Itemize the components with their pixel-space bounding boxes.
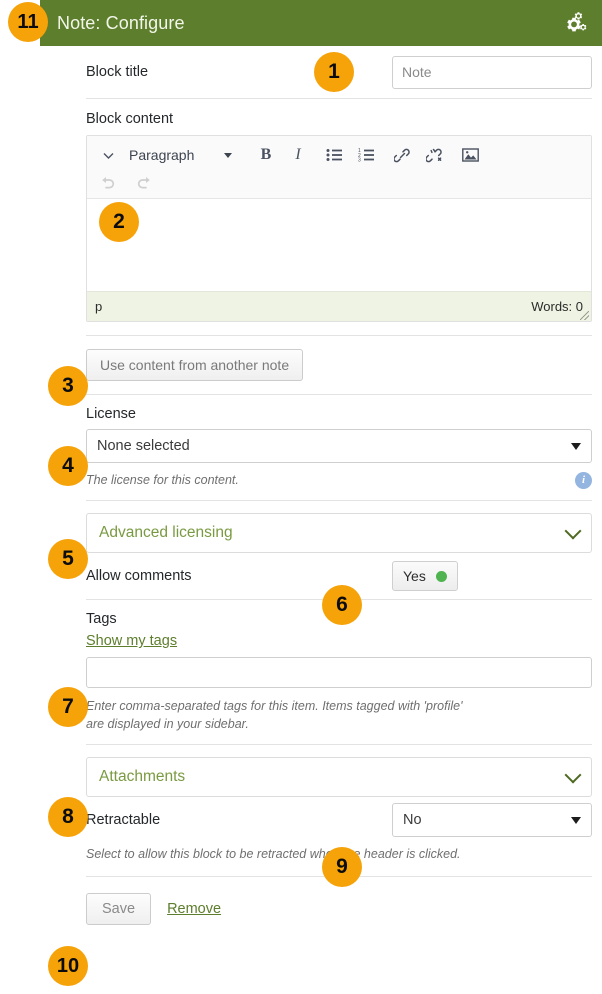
retractable-help-row: Select to allow this block to be retract… [0,843,602,863]
show-my-tags-link[interactable]: Show my tags [86,633,177,649]
license-help-row: The license for this content. i [86,471,592,489]
retractable-row: Retractable No [0,797,602,843]
chevron-down-icon [571,816,581,824]
advanced-licensing-row: Advanced licensing [0,501,602,554]
chevron-down-icon [571,442,581,450]
form-actions: Save Remove [0,877,602,925]
license-label: License [86,406,136,422]
editor-content-area[interactable] [87,199,591,291]
attachments-row: Attachments [0,745,602,798]
advanced-licensing-label: Advanced licensing [99,524,233,542]
remove-link[interactable]: Remove [167,901,221,917]
license-row: License None selected The license for th… [0,395,602,489]
dialog-header: × Note: Configure [0,0,602,46]
allow-comments-value: Yes [403,568,426,585]
tags-help-line-2: are displayed in your sidebar. [86,717,249,732]
allow-comments-label: Allow comments [86,568,192,585]
italic-icon[interactable]: I [285,142,311,168]
format-select[interactable]: Paragraph [127,142,213,168]
advanced-licensing-toggle[interactable]: Advanced licensing [86,513,592,554]
use-content-from-another-note-button[interactable]: Use content from another note [86,349,304,381]
tags-input[interactable] [86,657,592,689]
editor-toolbar: Paragraph B I 1 2 3 [87,136,591,199]
configure-form: Block title Block content Paragraph B I [0,46,602,925]
callout-badge-1: 1 [314,52,354,92]
editor-resize-handle[interactable] [580,311,589,320]
unordered-list-icon[interactable] [321,142,347,168]
undo-icon[interactable] [95,170,121,196]
allow-comments-toggle[interactable]: Yes [392,561,458,592]
block-title-row: Block title [0,46,602,98]
svg-text:3: 3 [358,158,361,163]
chevron-down-icon [564,522,582,540]
dialog-title: Note: Configure [57,12,185,33]
redo-icon[interactable] [131,170,157,196]
editor-toolbar-row-2 [95,170,583,196]
tags-row: Tags Show my tags Enter comma-separated … [0,600,602,733]
retractable-label: Retractable [86,812,161,829]
link-icon[interactable] [389,142,415,168]
block-title-input[interactable] [392,55,592,89]
ordered-list-icon[interactable]: 1 2 3 [353,142,379,168]
info-icon[interactable]: i [575,471,592,489]
save-button[interactable]: Save [86,892,152,925]
editor-status-bar: p Words: 0 [87,291,591,321]
callout-badge-2: 2 [99,202,139,242]
callout-badge-6: 6 [322,585,362,625]
callout-badge-9: 9 [322,847,362,887]
tags-help-text: Enter comma-separated tags for this item… [86,697,592,733]
attachments-toggle[interactable]: Attachments [86,757,592,798]
callout-badge-7: 7 [48,687,88,727]
callout-badge-3: 3 [48,366,88,406]
chevron-down-icon-format[interactable] [215,142,241,168]
callout-badge-8: 8 [48,797,88,837]
retractable-select-value: No [403,812,422,829]
editor-toolbar-row-1: Paragraph B I 1 2 3 [95,140,583,170]
tags-help-line-1: Enter comma-separated tags for this item… [86,699,463,714]
rich-text-editor: Paragraph B I 1 2 3 p Words: 0 [86,135,592,322]
image-icon[interactable] [457,142,483,168]
use-content-row: Use content from another note [0,336,602,394]
editor-element-path: p [95,299,103,314]
bold-icon[interactable]: B [253,142,279,168]
unlink-icon[interactable] [421,142,447,168]
status-dot-icon [435,570,447,582]
callout-badge-5: 5 [48,539,88,579]
attachments-label: Attachments [99,768,186,786]
block-title-label: Block title [86,64,149,80]
block-content-row: Block content Paragraph B I 1 2 3 p Word… [0,99,602,322]
allow-comments-row: Allow comments Yes [0,553,602,599]
settings-cogs-icon[interactable] [562,11,588,35]
callout-badge-11: 11 [8,2,48,42]
callout-badge-4: 4 [48,446,88,486]
license-select-value: None selected [97,438,190,454]
retractable-select[interactable]: No [392,803,592,838]
block-content-label: Block content [86,111,174,127]
callout-badge-10: 10 [48,946,88,986]
license-select[interactable]: None selected [86,429,592,463]
license-help-text: The license for this content. [86,473,239,487]
chevron-down-icon [564,766,582,784]
chevron-down-icon[interactable] [95,142,121,168]
retractable-help-text: Select to allow this block to be retract… [86,847,461,862]
editor-word-count: Words: 0 [531,299,583,314]
